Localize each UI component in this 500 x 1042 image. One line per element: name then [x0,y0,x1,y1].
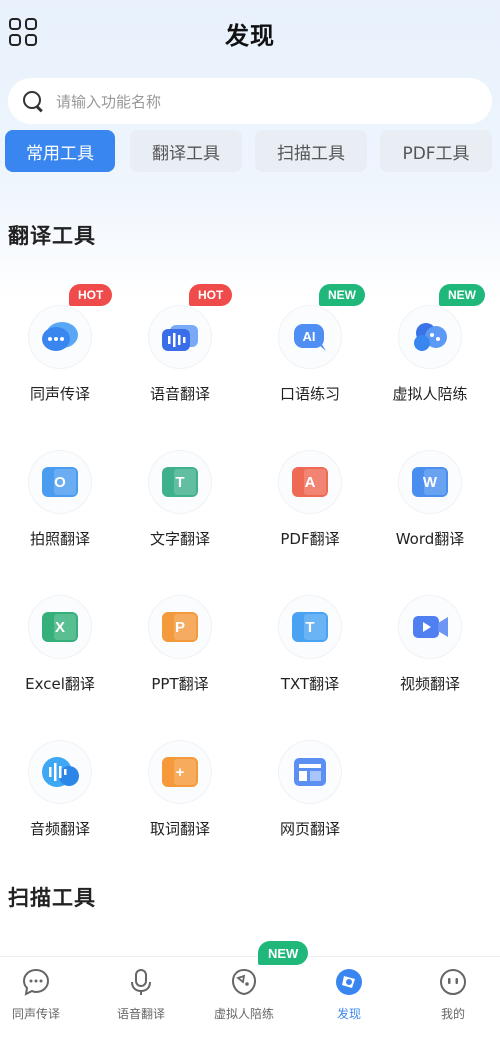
tool-simultaneous-interpretation[interactable]: HOT 同声传译 [0,284,120,425]
compass-icon [336,969,362,995]
tool-icon-wrap: NEW AI [278,284,365,369]
ai-speech-icon: AI [294,324,326,351]
tool-text-translate[interactable]: T 文字翻译 [120,450,240,570]
tool-word-translate[interactable]: W Word翻译 [370,450,490,570]
tool-label: 音频翻译 [29,820,90,838]
tool-icon-wrap: O [28,450,92,514]
tool-voice-translate[interactable]: HOT 语音翻译 [120,284,240,425]
tool-label: 拍照翻译 [29,530,90,548]
bottom-nav: NEW 同声传译 语音翻译 虚拟人陪练 发现 我的 [0,941,500,1042]
category-tabs: 常用工具 翻译工具 扫描工具 PDF工具 [5,130,495,172]
section-title-scan: 扫描工具 [8,886,96,910]
tool-photo-translate[interactable]: O 拍照翻译 [0,450,120,570]
tool-word-pick-translate[interactable]: + 取词翻译 [120,740,240,860]
nav-item-mine[interactable]: 我的 [403,967,500,1037]
tool-label: TXT翻译 [280,675,340,693]
tool-ppt-translate[interactable]: P PPT翻译 [120,595,240,715]
tool-label: 网页翻译 [279,820,340,838]
tool-label: 文字翻译 [149,530,210,548]
tab-scan-tools[interactable]: 扫描工具 [255,130,367,172]
nav-label: 语音翻译 [116,1007,165,1021]
tool-webpage-translate[interactable]: 网页翻译 [250,740,370,860]
word-translate-icon: W [412,467,448,497]
tab-pdf-tools[interactable]: PDF工具 [380,130,492,172]
audio-translate-icon [42,757,79,787]
svg-text:AI: AI [303,329,316,344]
tool-label: Word翻译 [395,530,465,548]
tool-icon-wrap: + [148,740,212,804]
tool-icon-wrap: HOT [28,284,113,369]
microphone-icon [131,969,151,995]
tool-icon-wrap: P [148,595,212,659]
tool-icon-wrap [278,740,342,804]
video-translate-icon [413,616,448,638]
header: 发现 [0,0,500,70]
camera-translate-icon: O [42,467,78,497]
tool-icon-wrap: A [278,450,342,514]
tool-label: Excel翻译 [25,675,95,693]
pdf-translate-icon: A [292,467,328,497]
tool-label: 语音翻译 [149,385,210,403]
nav-label: 发现 [336,1007,361,1021]
excel-translate-icon: X [42,612,78,642]
hot-badge: HOT [189,284,233,306]
tool-icon-wrap: NEW [398,284,485,369]
tool-label: 虚拟人陪练 [392,385,468,403]
tool-txt-translate[interactable]: T TXT翻译 [250,595,370,715]
tool-icon-wrap: W [398,450,462,514]
nav-label: 同声传译 [11,1007,60,1021]
tool-audio-translate[interactable]: 音频翻译 [0,740,120,860]
tool-label: PDF翻译 [280,530,340,548]
voice-translate-icon [162,325,198,351]
txt-translate-icon: T [292,612,328,642]
profile-icon [440,969,466,995]
word-pick-translate-icon: + [162,757,198,787]
hot-badge: HOT [69,284,113,306]
new-badge: NEW [319,284,365,306]
page-title: 发现 [225,22,275,50]
ppt-translate-icon: P [162,612,198,642]
tool-icon-wrap: T [148,450,212,514]
nav-item-discover[interactable]: 发现 [299,967,399,1037]
chat-bubble-icon [42,322,78,351]
nav-item-voice[interactable]: 语音翻译 [91,967,191,1037]
tool-virtual-human[interactable]: NEW 虚拟人陪练 [370,284,490,425]
tool-pdf-translate[interactable]: A PDF翻译 [250,450,370,570]
tool-label: 同声传译 [29,385,90,403]
tool-excel-translate[interactable]: X Excel翻译 [0,595,120,715]
nav-label: 虚拟人陪练 [213,1007,274,1021]
webpage-translate-icon [294,758,326,786]
chat-icon [22,968,50,996]
tool-icon-wrap [398,595,462,659]
nav-item-simultaneous[interactable]: 同声传译 [0,967,86,1037]
tool-label: 口语练习 [279,385,340,403]
tool-video-translate[interactable]: 视频翻译 [370,595,490,715]
tool-oral-practice[interactable]: NEW AI 口语练习 [250,284,370,425]
nav-label: 我的 [440,1007,465,1021]
tool-label: PPT翻译 [151,675,209,693]
search-icon [22,90,44,112]
tool-icon-wrap: X [28,595,92,659]
virtual-human-icon [231,968,257,996]
text-translate-icon: T [162,467,198,497]
section-title-translate: 翻译工具 [8,224,96,248]
tab-common-tools[interactable]: 常用工具 [5,130,115,172]
tool-icon-wrap: HOT [148,284,233,369]
new-badge: NEW [439,284,485,306]
virtual-human-icon [414,323,447,351]
tool-icon-wrap [28,740,92,804]
tool-label: 取词翻译 [149,820,210,838]
search-placeholder: 请输入功能名称 [56,92,162,111]
new-badge: NEW [258,941,309,965]
search-input[interactable]: 请输入功能名称 [8,78,492,124]
tool-icon-wrap: T [278,595,342,659]
nav-item-virtual-human[interactable]: 虚拟人陪练 [194,967,294,1037]
tab-translate-tools[interactable]: 翻译工具 [130,130,242,172]
tool-label: 视频翻译 [399,675,460,693]
